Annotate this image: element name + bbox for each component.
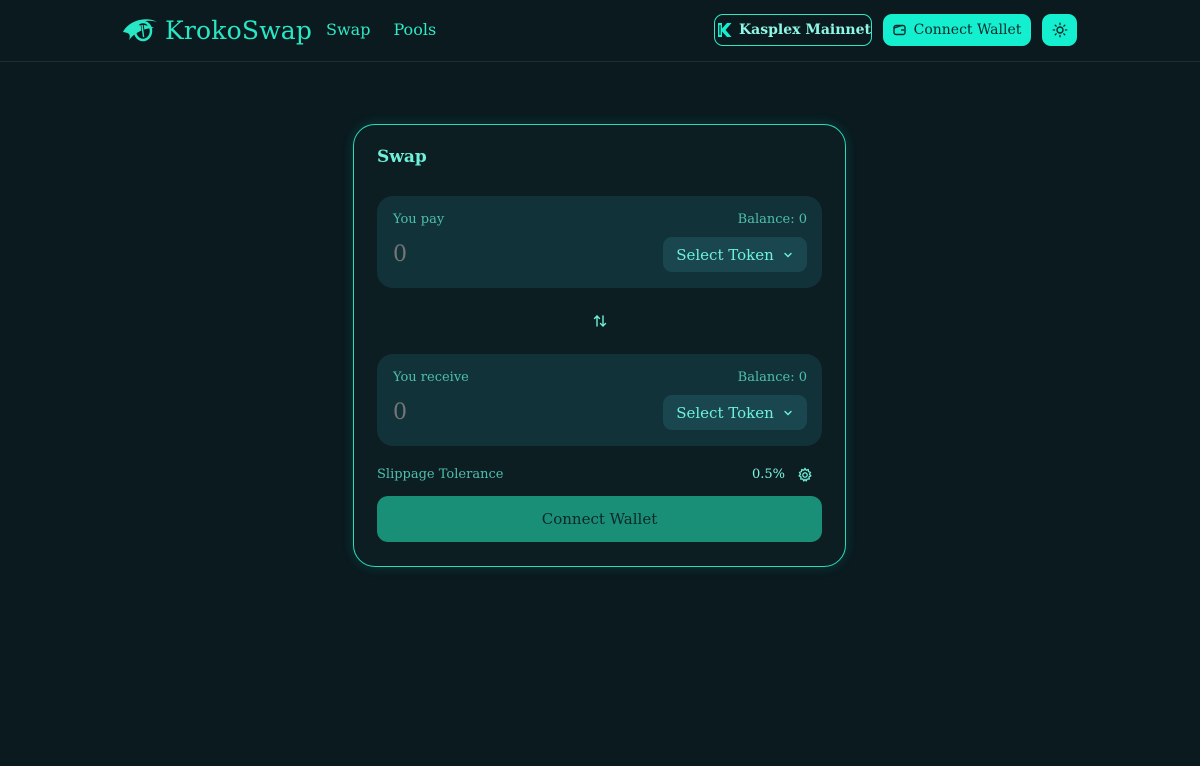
nav-swap[interactable]: Swap: [326, 20, 370, 39]
pay-balance: Balance: 0: [737, 212, 807, 227]
gear-icon[interactable]: [797, 467, 813, 483]
nav-pools[interactable]: Pools: [393, 20, 436, 39]
network-label: Kasplex Mainnet: [739, 22, 871, 38]
crocodile-eye-icon: [123, 19, 157, 42]
receive-amount-input[interactable]: [393, 400, 593, 425]
pay-select-token-label: Select Token: [676, 245, 774, 264]
receive-label: You receive: [393, 370, 469, 385]
kasplex-logo-icon: [718, 23, 732, 37]
swap-card: Swap You pay Balance: 0 Select Token You…: [353, 124, 846, 567]
connect-wallet-header-label: Connect Wallet: [913, 22, 1022, 38]
switch-direction-button[interactable]: [590, 311, 610, 331]
brand-logo[interactable]: KrokoSwap: [121, 14, 312, 46]
pay-label: You pay: [393, 212, 445, 227]
swap-arrows-icon: [593, 315, 607, 327]
slippage-value: 0.5%: [752, 467, 786, 482]
chevron-down-icon: [784, 410, 792, 415]
receive-select-token-label: Select Token: [676, 403, 774, 422]
pay-select-token-button[interactable]: Select Token: [663, 237, 807, 272]
swap-card-title: Swap: [377, 147, 427, 167]
connect-wallet-header-button[interactable]: Connect Wallet: [883, 14, 1031, 46]
receive-select-token-button[interactable]: Select Token: [663, 395, 807, 430]
sun-icon: [1052, 22, 1067, 38]
network-selector-button[interactable]: Kasplex Mainnet: [714, 14, 872, 46]
receive-panel: You receive Balance: 0 Select Token: [377, 354, 822, 446]
pay-panel: You pay Balance: 0 Select Token: [377, 196, 822, 288]
theme-toggle-button[interactable]: [1042, 14, 1077, 46]
main-nav: Swap Pools: [326, 20, 436, 39]
brand-name: KrokoSwap: [165, 15, 313, 45]
pay-amount-input[interactable]: [393, 242, 593, 267]
wallet-icon: [892, 24, 906, 36]
slippage-label: Slippage Tolerance: [377, 467, 504, 482]
chevron-down-icon: [784, 252, 792, 257]
connect-wallet-button[interactable]: Connect Wallet: [377, 496, 822, 542]
receive-balance: Balance: 0: [737, 370, 807, 385]
top-navbar: KrokoSwap Swap Pools Kasplex Mainnet Con…: [0, 0, 1200, 62]
